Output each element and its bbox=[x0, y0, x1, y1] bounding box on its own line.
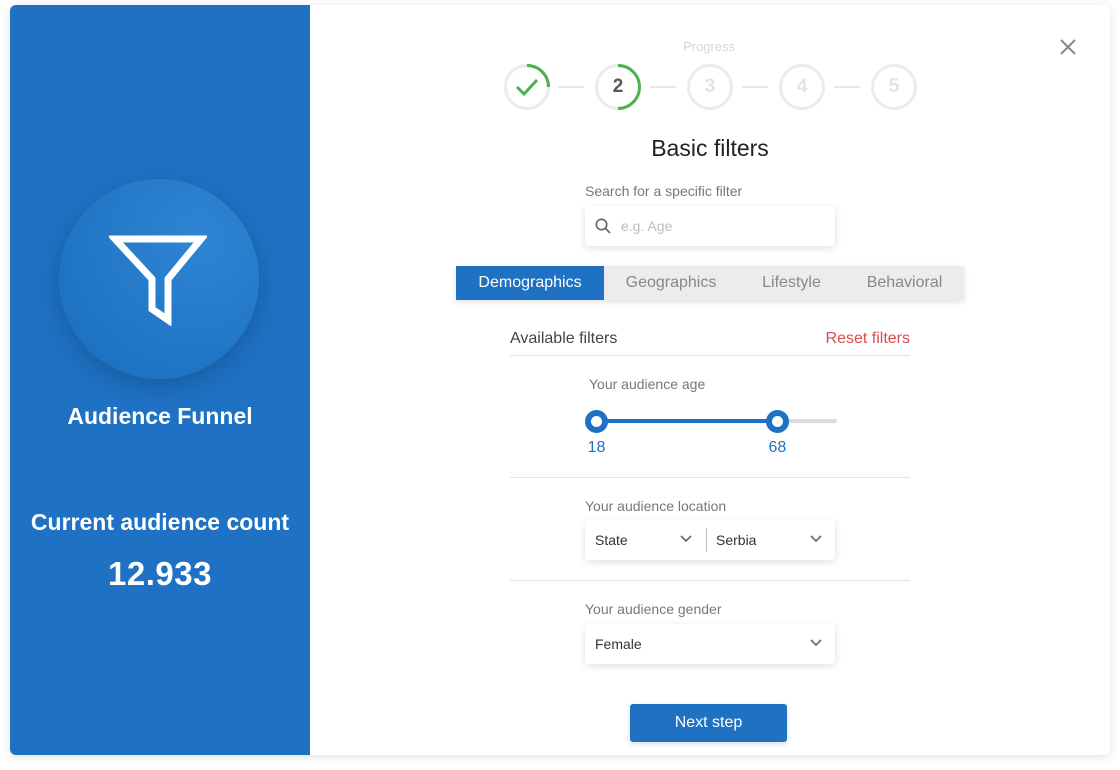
chevron-down-icon bbox=[810, 535, 822, 543]
divider bbox=[510, 477, 910, 478]
filters-header: Available filters Reset filters bbox=[510, 328, 910, 356]
divider bbox=[510, 580, 910, 581]
slider-fill bbox=[596, 419, 778, 423]
available-filters-label: Available filters bbox=[510, 330, 618, 347]
sidebar-title: Audience Funnel bbox=[67, 403, 253, 429]
chevron-down-icon bbox=[680, 535, 692, 543]
step-4[interactable]: 4 bbox=[779, 64, 825, 110]
step-2[interactable]: 2 bbox=[595, 64, 641, 110]
select-separator bbox=[706, 528, 707, 552]
location-type-select[interactable]: State bbox=[595, 520, 700, 560]
location-select-group: State Serbia bbox=[585, 520, 835, 560]
step-connector bbox=[650, 86, 676, 88]
tab-behavioral[interactable]: Behavioral bbox=[845, 266, 964, 300]
funnel-badge bbox=[59, 179, 259, 379]
tab-geographics[interactable]: Geographics bbox=[604, 266, 738, 300]
location-type-value: State bbox=[595, 532, 628, 548]
location-country-select[interactable]: Serbia bbox=[716, 520, 828, 560]
page-title: Basic filters bbox=[651, 135, 769, 161]
audience-count-value: 12.933 bbox=[108, 555, 212, 592]
age-filter-label: Your audience age bbox=[589, 376, 706, 392]
gender-select[interactable]: Female bbox=[585, 624, 835, 664]
step-1[interactable] bbox=[504, 64, 550, 110]
progress-label: Progress bbox=[682, 39, 736, 54]
step-5[interactable]: 5 bbox=[871, 64, 917, 110]
step-number: 3 bbox=[704, 76, 716, 97]
reset-filters-link[interactable]: Reset filters bbox=[826, 330, 910, 348]
step-3[interactable]: 3 bbox=[687, 64, 733, 110]
gender-select-trigger[interactable]: Female bbox=[595, 624, 827, 664]
next-step-button[interactable]: Next step bbox=[630, 704, 787, 742]
tab-lifestyle[interactable]: Lifestyle bbox=[738, 266, 845, 300]
gender-filter-label: Your audience gender bbox=[585, 601, 722, 617]
step-number: 4 bbox=[796, 76, 808, 97]
check-icon bbox=[515, 78, 539, 97]
location-country-value: Serbia bbox=[716, 532, 757, 548]
step-number: 2 bbox=[612, 76, 624, 97]
search-icon bbox=[595, 218, 611, 234]
age-min-value: 18 bbox=[587, 439, 606, 456]
close-icon bbox=[1060, 39, 1076, 55]
tab-demographics[interactable]: Demographics bbox=[456, 266, 604, 300]
search-input[interactable] bbox=[621, 206, 826, 246]
age-range-slider[interactable] bbox=[585, 407, 837, 435]
filter-tabs: Demographics Geographics Lifestyle Behav… bbox=[456, 266, 964, 300]
search-box bbox=[585, 206, 835, 246]
step-connector bbox=[742, 86, 768, 88]
location-filter-label: Your audience location bbox=[585, 498, 727, 514]
sidebar: Audience Funnel Current audience count 1… bbox=[10, 5, 310, 755]
progress-stepper: 2 3 4 5 bbox=[504, 64, 924, 112]
search-label: Search for a specific filter bbox=[585, 183, 743, 199]
slider-min-handle[interactable] bbox=[585, 410, 608, 433]
age-max-value: 68 bbox=[768, 439, 787, 456]
funnel-icon bbox=[109, 235, 207, 326]
step-connector bbox=[834, 86, 860, 88]
slider-max-handle[interactable] bbox=[765, 410, 789, 433]
audience-count-label: Current audience count bbox=[30, 509, 290, 535]
chevron-down-icon bbox=[810, 639, 822, 647]
close-button[interactable] bbox=[1058, 37, 1078, 57]
audience-modal: Audience Funnel Current audience count 1… bbox=[10, 5, 1110, 755]
gender-value: Female bbox=[595, 636, 642, 652]
step-number: 5 bbox=[888, 76, 900, 97]
step-connector bbox=[558, 86, 584, 88]
